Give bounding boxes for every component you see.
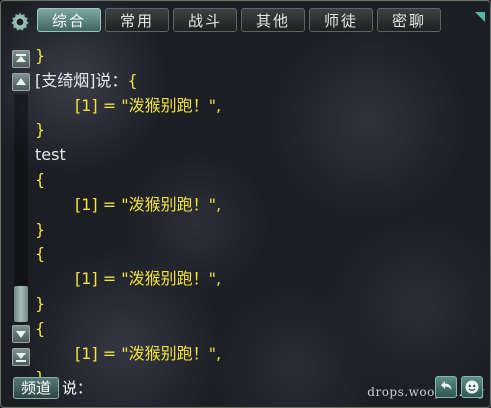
- say-label: 说：: [62, 379, 93, 397]
- chat-text: {: [127, 70, 138, 90]
- chat-line: }: [35, 46, 46, 65]
- scroll-thumb[interactable]: [14, 286, 28, 322]
- chat-line: }: [35, 219, 46, 239]
- resize-corner-icon[interactable]: [475, 12, 485, 22]
- chat-log: } [支绮烟]说：{ [1] = "泼猴别跑！", } test { [1] =…: [35, 44, 475, 391]
- reply-button[interactable]: [435, 376, 457, 398]
- channel-button[interactable]: 频道: [13, 377, 59, 399]
- chat-input-bar: 频道 说： drops.wooyun.org: [0, 374, 491, 404]
- scroll-bottom-button[interactable]: [12, 348, 30, 366]
- tab-mentor[interactable]: 师徒: [309, 8, 373, 32]
- chat-line: [1] = "泼猴别跑！",: [75, 95, 222, 115]
- chat-line: }: [35, 120, 46, 140]
- tab-frequent[interactable]: 常用: [105, 8, 169, 32]
- emote-button[interactable]: [461, 376, 483, 398]
- gear-icon[interactable]: [8, 10, 32, 34]
- chat-line: {: [35, 244, 46, 264]
- chat-line: }: [35, 293, 46, 313]
- scroll-down-button[interactable]: [12, 325, 30, 343]
- chat-line: {: [35, 318, 46, 338]
- tab-combat[interactable]: 战斗: [173, 8, 237, 32]
- reply-icon: [441, 381, 452, 390]
- chat-line: [1] = "泼猴别跑！",: [75, 269, 222, 289]
- scroll-top-icon: [16, 54, 26, 62]
- scroll-up-button[interactable]: [12, 73, 30, 91]
- chat-line: [1] = "泼猴别跑！",: [75, 343, 222, 363]
- chat-line: [1] = "泼猴别跑！",: [75, 194, 222, 214]
- tab-other[interactable]: 其他: [241, 8, 305, 32]
- scroll-bottom-icon: [16, 353, 26, 362]
- scroll-top-button[interactable]: [12, 50, 30, 68]
- tab-private[interactable]: 密聊: [377, 8, 441, 32]
- tab-general[interactable]: 综合: [37, 8, 101, 32]
- scroll-down-icon: [16, 331, 26, 338]
- chat-line: [支绮烟]说：{: [35, 69, 475, 94]
- scroll-up-icon: [16, 78, 26, 85]
- chat-tab-bar: 综合 常用 战斗 其他 师徒 密聊: [0, 6, 491, 36]
- emote-icon: [465, 380, 479, 394]
- chat-line: {: [35, 169, 46, 189]
- chat-line: test: [35, 145, 66, 165]
- chat-speaker[interactable]: [支绮烟]说：: [35, 71, 128, 90]
